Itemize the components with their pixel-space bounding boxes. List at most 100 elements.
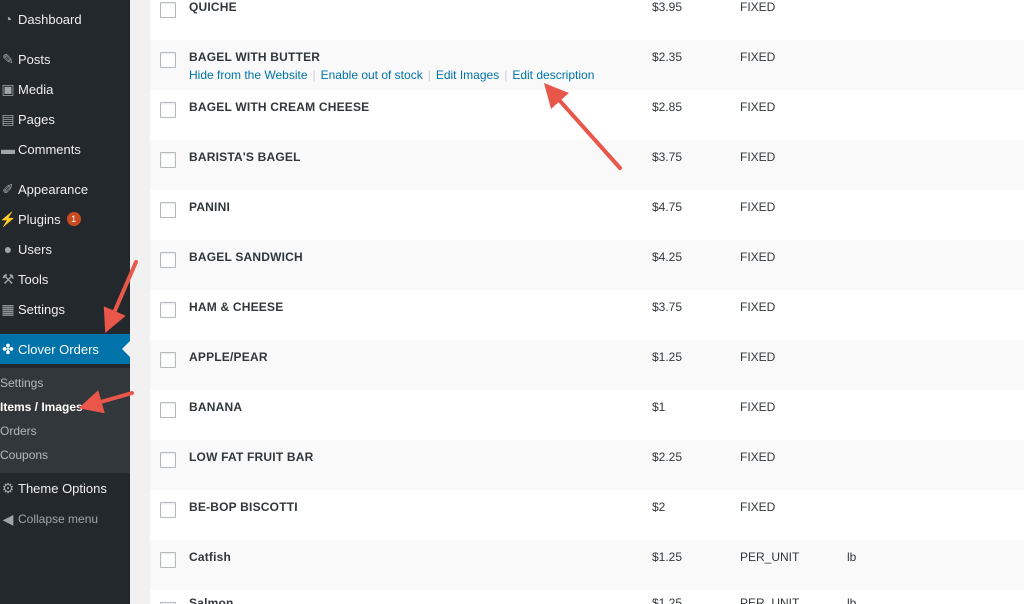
item-price: $4.75 [652, 200, 683, 214]
item-name: APPLE/PEAR [189, 350, 268, 364]
menu-label: Appearance [18, 181, 89, 197]
row-checkbox[interactable] [160, 152, 176, 168]
row-checkbox[interactable] [160, 102, 176, 118]
row-checkbox[interactable] [160, 202, 176, 218]
row-checkbox[interactable] [160, 452, 176, 468]
table-row: BANANA $1 FIXED [150, 390, 1024, 440]
settings-icon: ▦ [1, 300, 15, 317]
separator: | [427, 68, 431, 82]
collapse-menu-button[interactable]: ◀ Collapse menu [0, 504, 130, 534]
wrench-icon: ⚒ [1, 270, 15, 287]
menu-label: Plugins [18, 211, 61, 227]
item-price: $4.25 [652, 250, 683, 264]
menu-label: Media [18, 81, 54, 97]
item-name: BE-BOP BISCOTTI [189, 500, 298, 514]
item-unit: lb [847, 596, 857, 604]
item-price-type: FIXED [740, 50, 776, 64]
table-row: BAGEL SANDWICH $4.25 FIXED [150, 240, 1024, 290]
menu-label: Comments [18, 141, 81, 157]
row-checkbox[interactable] [160, 502, 176, 518]
row-checkbox[interactable] [160, 2, 176, 18]
row-checkbox[interactable] [160, 252, 176, 268]
menu-item-theme-options[interactable]: ⚙ Theme Options [0, 473, 130, 503]
menu-item-pages[interactable]: ▤ Pages [0, 104, 130, 134]
item-price-type: FIXED [740, 200, 776, 214]
submenu-orders[interactable]: Orders [0, 421, 37, 441]
menu-item-posts[interactable]: ✎ Posts [0, 44, 130, 74]
menu-item-tools[interactable]: ⚒ Tools [0, 264, 130, 294]
item-price-type: FIXED [740, 400, 776, 414]
menu-item-comments[interactable]: ▬ Comments [0, 134, 130, 164]
item-price: $2.35 [652, 50, 683, 64]
enable-out-of-stock-link[interactable]: Enable out of stock [321, 68, 423, 82]
main-content: QUICHE $3.95 FIXED BAGEL WITH BUTTER Hid… [130, 0, 1024, 604]
edit-images-link[interactable]: Edit Images [436, 68, 499, 82]
pin-icon: ✎ [2, 50, 14, 67]
table-row: BE-BOP BISCOTTI $2 FIXED [150, 490, 1024, 540]
menu-label: Clover Orders [18, 341, 99, 357]
item-price-type: FIXED [740, 300, 776, 314]
table-row: APPLE/PEAR $1.25 FIXED [150, 340, 1024, 390]
item-price: $3.75 [652, 150, 683, 164]
table-row: Salmon $1.25 PER_UNIT lb [150, 590, 1024, 604]
item-price: $1 [652, 400, 666, 414]
item-price-type: FIXED [740, 100, 776, 114]
item-name: BANANA [189, 400, 243, 414]
item-name: Catfish [189, 550, 232, 564]
table-row: LOW FAT FRUIT BAR $2.25 FIXED [150, 440, 1024, 490]
item-price: $3.75 [652, 300, 683, 314]
item-name: BAGEL WITH BUTTER [189, 50, 321, 64]
dashboard-icon: ◔ [3, 11, 13, 27]
menu-label: Tools [18, 271, 49, 287]
collapse-icon: ◀ [2, 510, 14, 527]
menu-item-plugins[interactable]: ⚡ Plugins 1 [0, 204, 130, 234]
item-name: BARISTA'S BAGEL [189, 150, 301, 164]
item-price: $2.25 [652, 450, 683, 464]
table-row: Catfish $1.25 PER_UNIT lb [150, 540, 1024, 590]
item-name: PANINI [189, 200, 230, 214]
menu-item-media[interactable]: ▣ Media [0, 74, 130, 104]
item-price-type: FIXED [740, 450, 776, 464]
menu-item-appearance[interactable]: ✐ Appearance [0, 174, 130, 204]
item-name: BAGEL WITH CREAM CHEESE [189, 100, 370, 114]
submenu-items-images[interactable]: Items / Images [0, 397, 83, 417]
menu-item-users[interactable]: ● Users [0, 234, 130, 264]
item-name: BAGEL SANDWICH [189, 250, 303, 264]
menu-label: Users [18, 241, 52, 257]
row-checkbox[interactable] [160, 552, 176, 568]
item-price-type: FIXED [740, 150, 776, 164]
edit-description-link[interactable]: Edit description [512, 68, 594, 82]
row-checkbox[interactable] [160, 52, 176, 68]
menu-item-settings[interactable]: ▦ Settings [0, 294, 130, 324]
item-price: $2 [652, 500, 666, 514]
menu-label: Dashboard [18, 11, 82, 27]
pages-icon: ▤ [1, 110, 15, 127]
item-name: LOW FAT FRUIT BAR [189, 450, 314, 464]
update-count-badge: 1 [66, 212, 81, 226]
row-checkbox[interactable] [160, 352, 176, 368]
item-price-type: PER_UNIT [740, 596, 800, 604]
brush-icon: ✐ [2, 180, 14, 197]
submenu-settings[interactable]: Settings [0, 373, 43, 393]
plugin-icon: ⚡ [0, 210, 17, 227]
comments-icon: ▬ [1, 141, 15, 157]
separator: | [504, 68, 508, 82]
row-checkbox[interactable] [160, 402, 176, 418]
admin-sidebar: ◔ Dashboard ✎ Posts ▣ Media ▤ Pages ▬ Co… [0, 0, 130, 604]
menu-item-clover-orders[interactable]: ✤ Clover Orders [0, 334, 130, 364]
row-checkbox[interactable] [160, 302, 176, 318]
item-price: $1.25 [652, 350, 683, 364]
item-name: Salmon [189, 596, 234, 604]
hide-from-website-link[interactable]: Hide from the Website [189, 68, 308, 82]
item-price-type: FIXED [740, 0, 776, 14]
item-price-type: FIXED [740, 500, 776, 514]
menu-label: Theme Options [18, 480, 107, 496]
item-price-type: PER_UNIT [740, 550, 800, 564]
table-row: HAM & CHEESE $3.75 FIXED [150, 290, 1024, 340]
gear-icon: ⚙ [1, 479, 15, 496]
menu-item-dashboard[interactable]: ◔ Dashboard [0, 4, 130, 34]
item-price: $1.25 [652, 550, 683, 564]
item-name: HAM & CHEESE [189, 300, 284, 314]
submenu-coupons[interactable]: Coupons [0, 445, 48, 465]
item-price-type: FIXED [740, 250, 776, 264]
